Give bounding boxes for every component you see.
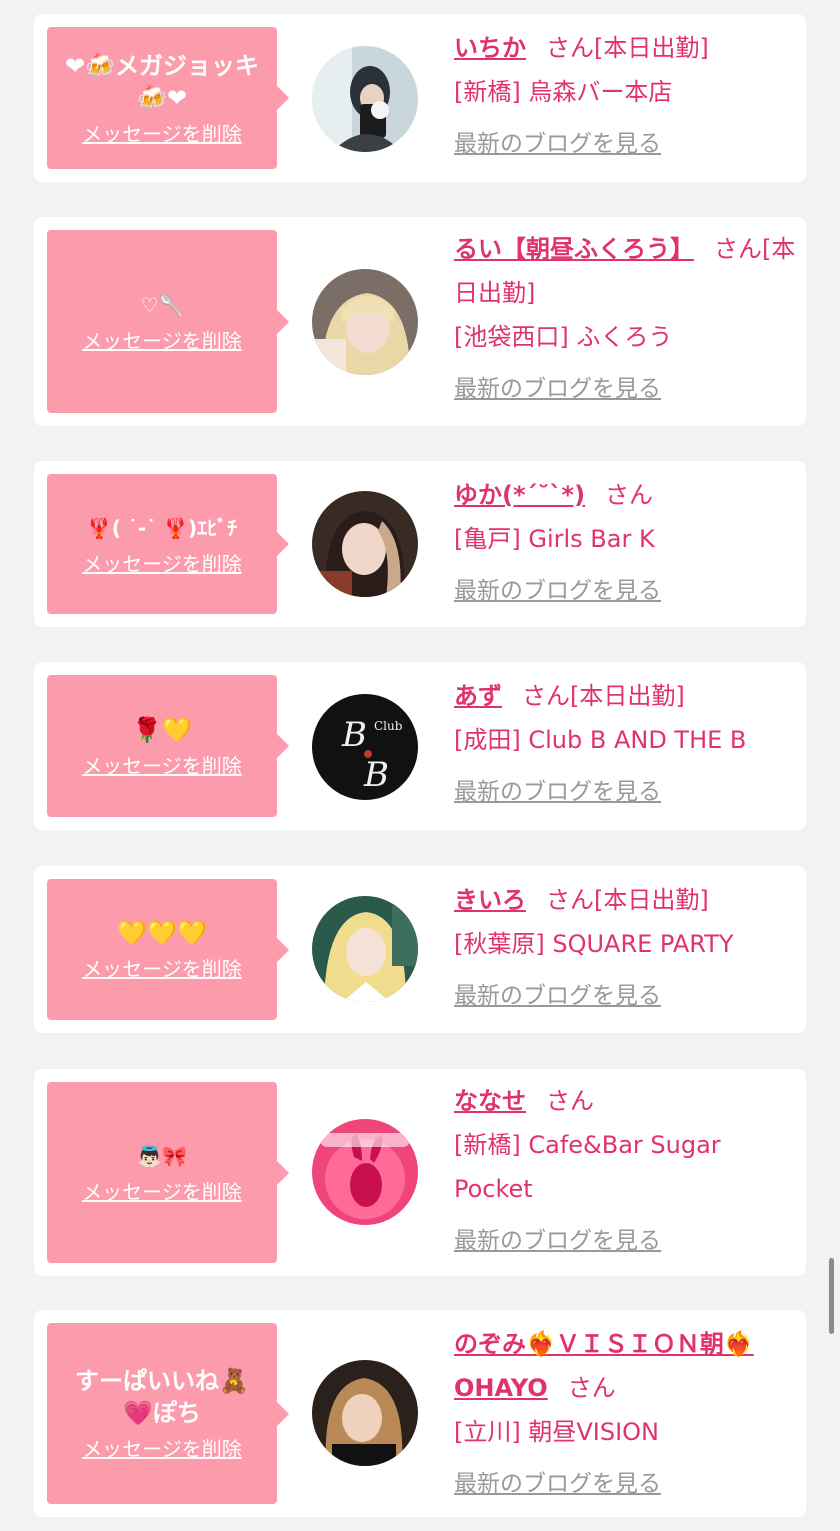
honorific: さん: [522, 682, 570, 710]
delete-message-link[interactable]: メッセージを削除: [82, 1176, 242, 1205]
shop-location: [新橋] 烏森バー本店: [454, 78, 673, 106]
entry-info: あず さん[本日出勤] [成田] Club B AND THE B 最新のブログを…: [454, 674, 796, 814]
message-bubble: ❤🍻メガジョッキ 🍻❤ メッセージを削除: [47, 27, 289, 169]
message-text: 🌹💛: [132, 715, 192, 744]
avatar[interactable]: [312, 1119, 418, 1225]
message-text: 👼🏻🎀: [137, 1144, 187, 1168]
cast-name-link[interactable]: きいろ: [454, 886, 526, 914]
list-item: ♡🥄 メッセージを削除 るい【朝昼ふくろう】 さん[本日出勤] [池袋西口] ふく…: [34, 217, 806, 426]
message-bubble: 👼🏻🎀 メッセージを削除: [47, 1082, 289, 1263]
honorific: さん: [546, 34, 594, 62]
message-text: すーぱいいね🧸 💗ぽち: [75, 1367, 249, 1427]
entry-info: いちか さん[本日出勤] [新橋] 烏森バー本店 最新のブログを見る: [454, 26, 796, 166]
honorific: さん: [714, 235, 762, 263]
shop-location: [池袋西口] ふくろう: [454, 323, 673, 351]
latest-blog-link[interactable]: 最新のブログを見る: [454, 569, 796, 613]
cast-name-link[interactable]: あず: [454, 682, 502, 710]
list-item: 🦞( ˙-˙ 🦞)ｴﾋﾞﾁ メッセージを削除 ゆか(*´˘`*) さん [亀戸] …: [34, 461, 806, 627]
honorific: さん: [567, 1374, 616, 1402]
list-item: すーぱいいね🧸 💗ぽち メッセージを削除 のぞみ❤️‍🔥ＶＩＳＩＯＮ朝❤️‍🔥O…: [34, 1310, 806, 1517]
attendance-tag: [本日出勤]: [570, 682, 685, 710]
latest-blog-link[interactable]: 最新のブログを見る: [454, 974, 796, 1018]
entry-info: ななせ さん [新橋] Cafe&Bar Sugar Pocket 最新のブログを…: [454, 1079, 796, 1263]
latest-blog-link[interactable]: 最新のブログを見る: [454, 770, 796, 814]
list-item: 👼🏻🎀 メッセージを削除 ななせ さん [新橋] Cafe&Bar Sugar P…: [34, 1069, 806, 1276]
entry-info: きいろ さん[本日出勤] [秋葉原] SQUARE PARTY 最新のブログを見る: [454, 878, 796, 1018]
list-item: ❤🍻メガジョッキ 🍻❤ メッセージを削除 いちか さん[本日出勤] [新橋] 烏森…: [34, 14, 806, 182]
delete-message-link[interactable]: メッセージを削除: [82, 118, 242, 147]
list-item: 💛💛💛 メッセージを削除 きいろ さん[本日出勤] [秋葉原] SQUARE PA…: [34, 866, 806, 1033]
attendance-tag: [本日出勤]: [594, 886, 709, 914]
cast-name-link[interactable]: いちか: [454, 34, 526, 62]
delete-message-link[interactable]: メッセージを削除: [82, 1433, 242, 1462]
message-bubble: すーぱいいね🧸 💗ぽち メッセージを削除: [47, 1323, 289, 1504]
honorific: さん: [546, 886, 594, 914]
entry-info: るい【朝昼ふくろう】 さん[本日出勤] [池袋西口] ふくろう 最新のブログを見る: [454, 227, 796, 411]
cast-name-link[interactable]: ななせ: [454, 1087, 526, 1115]
scrollbar[interactable]: [829, 1258, 834, 1334]
shop-location: [立川] 朝昼VISION: [454, 1418, 660, 1446]
message-bubble: ♡🥄 メッセージを削除: [47, 230, 289, 413]
message-bubble: 🦞( ˙-˙ 🦞)ｴﾋﾞﾁ メッセージを削除: [47, 474, 289, 614]
latest-blog-link[interactable]: 最新のブログを見る: [454, 367, 796, 411]
message-bubble: 💛💛💛 メッセージを削除: [47, 879, 289, 1020]
honorific: さん: [605, 481, 654, 509]
message-text: 💛💛💛: [117, 919, 207, 947]
message-text: ♡🥄: [140, 293, 184, 317]
avatar[interactable]: [312, 896, 418, 1002]
latest-blog-link[interactable]: 最新のブログを見る: [454, 1219, 796, 1263]
svg-text:B: B: [341, 715, 367, 755]
svg-text:B: B: [363, 755, 389, 795]
delete-message-link[interactable]: メッセージを削除: [82, 325, 242, 354]
avatar[interactable]: [312, 491, 418, 597]
avatar[interactable]: B Club B: [312, 694, 418, 800]
svg-text:Club: Club: [374, 719, 403, 733]
entry-info: のぞみ❤️‍🔥ＶＩＳＩＯＮ朝❤️‍🔥OHAYO さん [立川] 朝昼VISION …: [454, 1322, 796, 1506]
shop-location: [秋葉原] SQUARE PARTY: [454, 930, 734, 958]
avatar[interactable]: [312, 46, 418, 152]
latest-blog-link[interactable]: 最新のブログを見る: [454, 122, 796, 166]
shop-location: [成田] Club B AND THE B: [454, 726, 747, 754]
delete-message-link[interactable]: メッセージを削除: [82, 750, 242, 779]
message-text: ❤🍻メガジョッキ 🍻❤: [65, 51, 259, 112]
delete-message-link[interactable]: メッセージを削除: [82, 953, 242, 982]
delete-message-link[interactable]: メッセージを削除: [82, 548, 242, 577]
list-item: 🌹💛 メッセージを削除 B Club B あず さん[本日出勤] [成田] Club …: [34, 662, 806, 830]
honorific: さん: [546, 1087, 594, 1115]
shop-location: [亀戸] Girls Bar K: [454, 525, 655, 553]
message-text: 🦞( ˙-˙ 🦞)ｴﾋﾞﾁ: [86, 515, 238, 540]
avatar[interactable]: [312, 1360, 418, 1466]
shop-location: [新橋] Cafe&Bar Sugar Pocket: [454, 1131, 721, 1203]
entry-info: ゆか(*´˘`*) さん [亀戸] Girls Bar K 最新のブログを見る: [454, 473, 796, 613]
cast-name-link[interactable]: るい【朝昼ふくろう】: [454, 235, 694, 263]
avatar[interactable]: [312, 269, 418, 375]
message-bubble: 🌹💛 メッセージを削除: [47, 675, 289, 817]
cast-name-link[interactable]: ゆか(*´˘`*): [454, 481, 585, 509]
latest-blog-link[interactable]: 最新のブログを見る: [454, 1462, 796, 1506]
attendance-tag: [本日出勤]: [594, 34, 709, 62]
